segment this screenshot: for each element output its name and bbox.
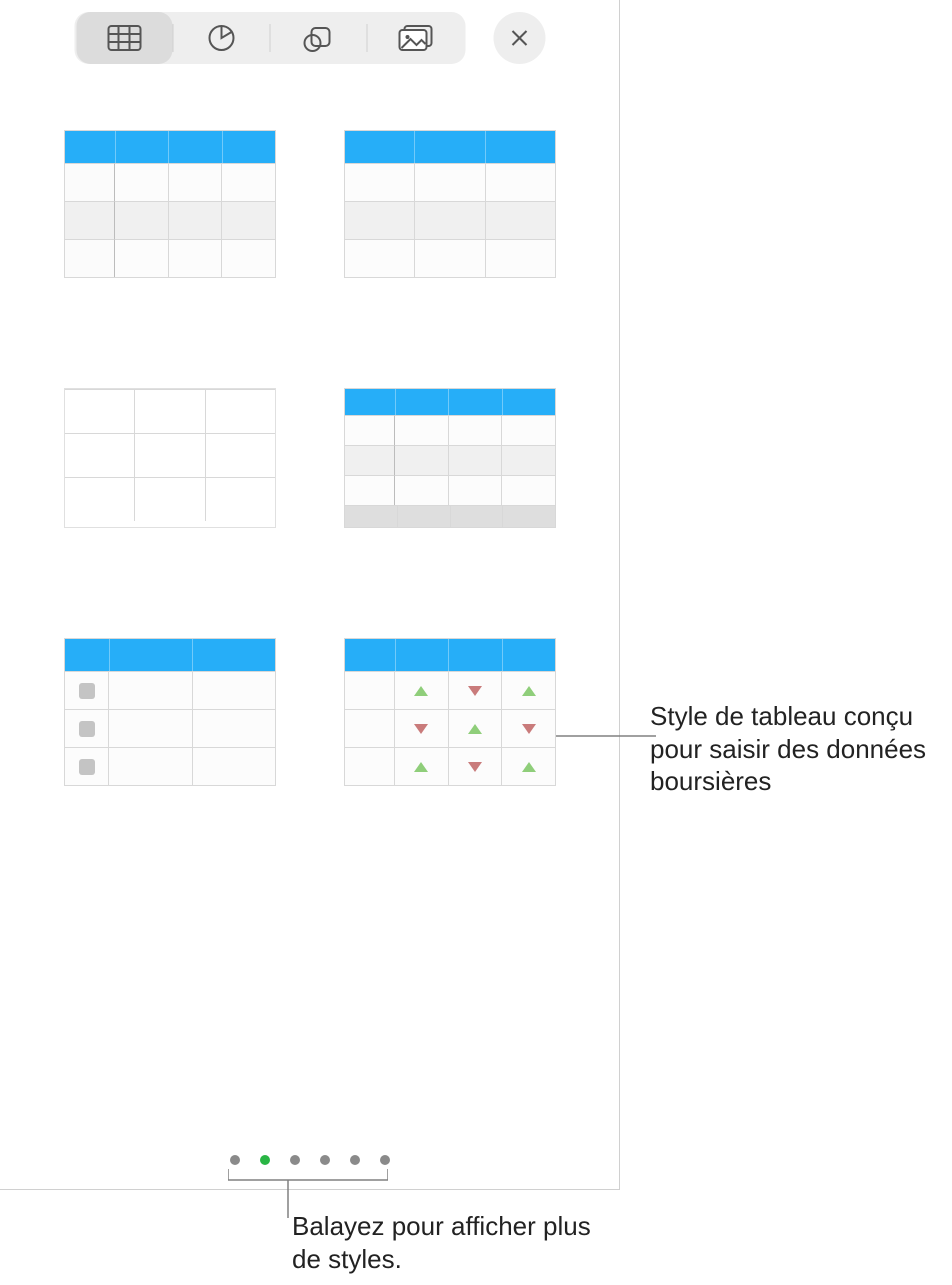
tab-media[interactable]	[367, 12, 463, 64]
triangle-down-icon	[522, 724, 536, 734]
category-segmented-control	[74, 12, 465, 64]
triangle-down-icon	[468, 686, 482, 696]
chart-icon	[206, 23, 236, 53]
checkbox-icon	[79, 721, 95, 737]
page-indicator[interactable]	[230, 1155, 390, 1165]
triangle-up-icon	[414, 686, 428, 696]
page-dot[interactable]	[350, 1155, 360, 1165]
table-style-header-basic[interactable]	[344, 130, 556, 278]
triangle-down-icon	[414, 724, 428, 734]
triangle-up-icon	[414, 762, 428, 772]
triangle-up-icon	[468, 724, 482, 734]
triangle-up-icon	[522, 762, 536, 772]
table-style-checklist[interactable]	[64, 638, 276, 786]
close-icon	[509, 28, 529, 48]
table-style-grid	[64, 130, 556, 786]
triangle-up-icon	[522, 686, 536, 696]
callout-line	[556, 735, 656, 737]
table-icon	[107, 25, 141, 51]
checkbox-icon	[79, 683, 95, 699]
tab-chart[interactable]	[173, 12, 269, 64]
page-dot[interactable]	[290, 1155, 300, 1165]
page-dot[interactable]	[230, 1155, 240, 1165]
table-style-plain[interactable]	[64, 388, 276, 528]
media-icon	[398, 25, 432, 51]
triangle-down-icon	[468, 762, 482, 772]
close-button[interactable]	[493, 12, 545, 64]
page-dot[interactable]	[380, 1155, 390, 1165]
callout-page-dots: Balayez pour afficher plus de styles.	[292, 1210, 612, 1275]
table-style-header-firstcol[interactable]	[64, 130, 276, 278]
shape-icon	[302, 23, 334, 53]
checkbox-icon	[79, 759, 95, 775]
tab-table[interactable]	[76, 12, 172, 64]
table-style-header-footer[interactable]	[344, 388, 556, 528]
page-dot[interactable]	[260, 1155, 270, 1165]
table-style-stock[interactable]	[344, 638, 556, 786]
insert-panel	[0, 0, 620, 1190]
insert-toolbar	[74, 12, 545, 64]
callout-stock-table: Style de tableau conçu pour saisir des d…	[650, 700, 950, 798]
tab-shape[interactable]	[270, 12, 366, 64]
page-dot[interactable]	[320, 1155, 330, 1165]
